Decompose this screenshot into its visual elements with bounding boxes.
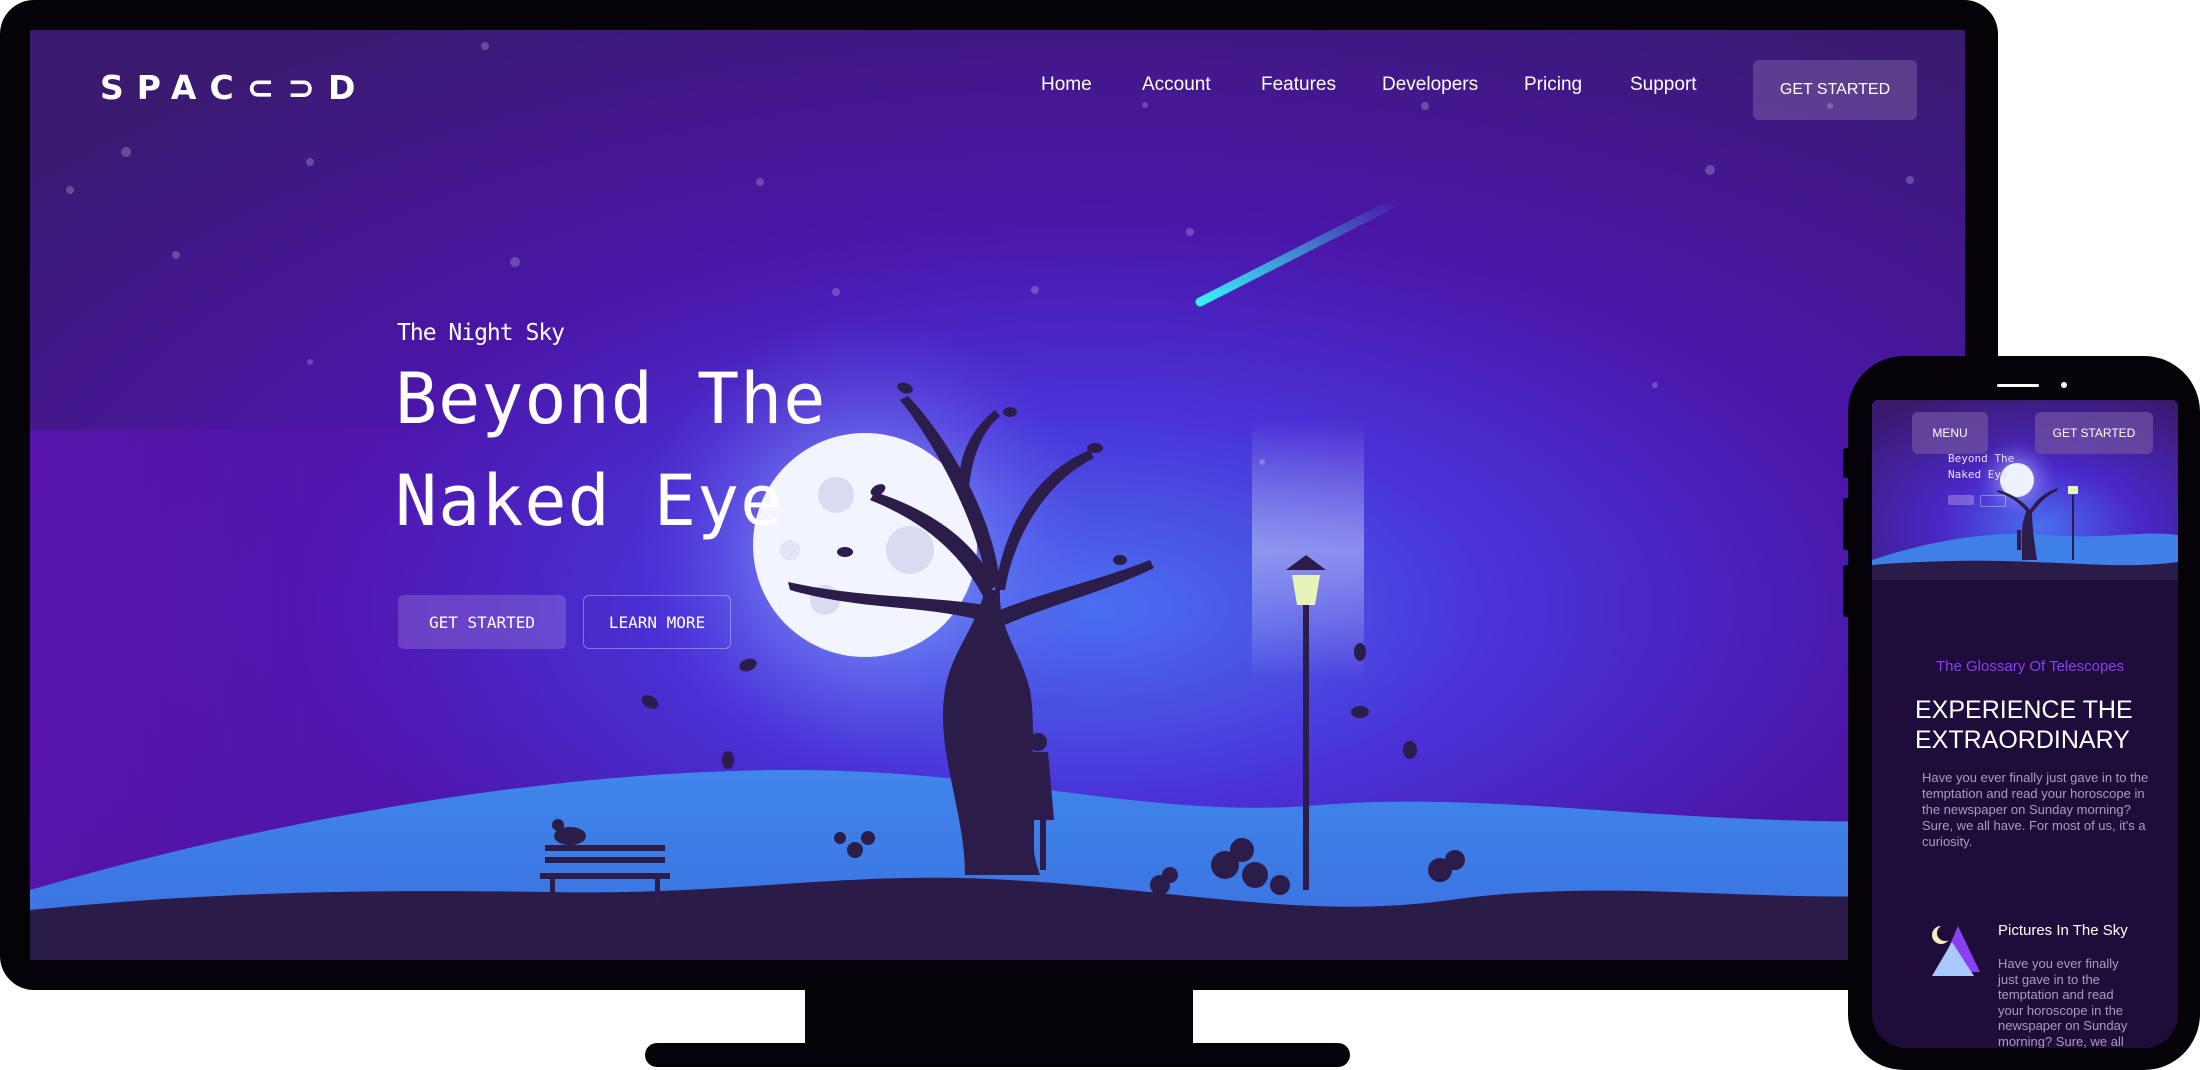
mobile-section-title-line1: EXPERIENCE THE [1915, 696, 2133, 724]
brand-logo[interactable]: SPAC⊂⊃D [100, 68, 368, 107]
hero-learn-more-button[interactable]: LEARN MORE [583, 595, 731, 649]
hero-title-line2: Naked Eye [395, 460, 784, 542]
nav-features[interactable]: Features [1261, 74, 1336, 96]
mobile-feature-title: Pictures In The Sky [1998, 922, 2128, 939]
mobile-section-eyebrow: The Glossary Of Telescopes [1936, 658, 2125, 675]
phone-volume-up [1843, 498, 1851, 550]
nav-home[interactable]: Home [1041, 74, 1092, 96]
hero-title-line1: Beyond The [395, 358, 827, 440]
mobile-section-body: Have you ever finally just gave in to th… [1922, 770, 2149, 849]
nav-support[interactable]: Support [1630, 74, 1697, 96]
hero-eyebrow: The Night Sky [397, 320, 565, 346]
nav-developers[interactable]: Developers [1382, 74, 1478, 96]
mobile-hero-learn-more-button[interactable] [1980, 495, 2006, 507]
phone-camera [2061, 382, 2067, 388]
mobile-menu-button[interactable]: MENU [1912, 412, 1988, 454]
mobile-hero-title-line2: Naked Eye [1948, 468, 2008, 481]
mobile-get-started-button[interactable]: GET STARTED [2035, 412, 2153, 454]
mobile-feature-body: Have you ever finally just gave in to th… [1998, 956, 2128, 1048]
phone-side-button [1843, 448, 1851, 478]
mobile-screen: Beyond The Naked Eye MENU GET STARTED Th… [1872, 400, 2178, 1048]
phone-volume-down [1843, 565, 1851, 617]
desktop-screen: SPAC⊂⊃D Home Account Features Developers… [30, 30, 1965, 960]
phone-speaker [1997, 384, 2039, 387]
nav-pricing[interactable]: Pricing [1524, 74, 1582, 96]
moon-icon [753, 433, 977, 657]
telescope-icon [1932, 925, 1980, 976]
nav-account[interactable]: Account [1142, 74, 1211, 96]
monitor-stand-neck [805, 990, 1193, 1045]
mobile-section-title-line2: EXTRAORDINARY [1915, 726, 2130, 754]
nav-get-started-button[interactable]: GET STARTED [1753, 60, 1917, 120]
hero-get-started-button[interactable]: GET STARTED [398, 595, 566, 649]
monitor-stand-base [645, 1043, 1350, 1067]
night-sky-illustration [30, 30, 1965, 960]
mobile-hero-get-started-button[interactable] [1948, 495, 1974, 505]
